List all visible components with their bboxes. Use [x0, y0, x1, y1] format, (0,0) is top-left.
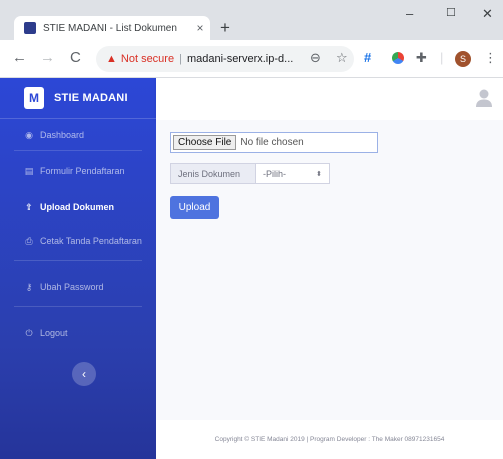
topbar [156, 78, 503, 120]
power-icon: ⏻ [25, 327, 33, 338]
sidebar-divider [14, 150, 142, 151]
close-window-icon[interactable]: ✕ [482, 6, 493, 22]
upload-icon: ⇪ [25, 201, 33, 212]
warning-icon: ▲ [106, 53, 117, 65]
sidebar-item-label: Formulir Pendaftaran [40, 166, 125, 176]
omnibox-separator: | [179, 53, 182, 65]
hash-extension-icon[interactable]: # [364, 50, 371, 66]
browser-tab[interactable]: STIE MADANI - List Dokumen × [14, 16, 210, 40]
toolbar-divider: | [440, 50, 444, 65]
sidebar-item-ubah-password[interactable]: ⚷ Ubah Password [0, 276, 156, 298]
sidebar-item-dashboard[interactable]: ◉ Dashboard [0, 124, 156, 146]
dashboard-icon: ◉ [25, 129, 33, 140]
tab-close-icon[interactable]: × [190, 21, 210, 35]
profile-avatar[interactable]: S [455, 51, 471, 67]
sidebar-divider [14, 260, 142, 261]
file-input[interactable]: Choose File No file chosen [170, 132, 378, 153]
forward-arrow-icon[interactable]: → [40, 49, 55, 67]
sidebar: M STIE MADANI ◉ Dashboard ▤ Formulir Pen… [0, 78, 156, 459]
main-content: Choose File No file chosen Jenis Dokumen… [156, 120, 503, 420]
sidebar-item-upload-dokumen[interactable]: ⇪ Upload Dokumen [0, 196, 156, 218]
sidebar-item-label: Ubah Password [40, 282, 104, 292]
sidebar-item-formulir-pendaftaran[interactable]: ▤ Formulir Pendaftaran [0, 160, 156, 182]
upload-button[interactable]: Upload [170, 196, 219, 219]
back-arrow-icon[interactable]: ← [12, 49, 27, 67]
sidebar-item-label: Dashboard [40, 130, 85, 140]
zoom-icon[interactable]: ⊖ [310, 50, 321, 66]
minimize-icon[interactable]: – [406, 6, 413, 21]
menu-icon[interactable]: ⋮ [484, 50, 497, 66]
browser-toolbar: ← → C ▲ Not secure | madani-serverx.ip-d… [0, 40, 503, 78]
jenis-dokumen-select[interactable]: -Pilih- ⬍ [256, 163, 330, 184]
puzzle-icon[interactable]: ✚ [416, 50, 427, 66]
select-value: -Pilih- [263, 168, 287, 179]
url-text: madani-serverx.ip-d... [186, 53, 294, 65]
print-icon: ⎙ [25, 235, 33, 246]
reload-icon[interactable]: C [70, 49, 81, 67]
form-icon: ▤ [24, 165, 34, 176]
browser-tab-strip: STIE MADANI - List Dokumen × + – ☐ ✕ [0, 0, 503, 40]
choose-file-button[interactable]: Choose File [173, 135, 237, 150]
jenis-dokumen-group: Jenis Dokumen -Pilih- ⬍ [170, 163, 330, 184]
star-icon[interactable]: ☆ [336, 50, 348, 66]
no-file-text: No file chosen [240, 137, 304, 148]
sidebar-divider [14, 306, 142, 307]
sidebar-item-label: Cetak Tanda Pendaftaran [40, 236, 142, 246]
new-tab-button[interactable]: + [220, 16, 230, 40]
user-icon[interactable] [475, 88, 493, 108]
not-secure-label: Not secure [120, 53, 175, 65]
favicon-icon [24, 22, 36, 34]
maximize-icon[interactable]: ☐ [446, 6, 456, 19]
sidebar-item-cetak-tanda-pendaftaran[interactable]: ⎙ Cetak Tanda Pendaftaran [0, 230, 156, 252]
color-extension-icon[interactable] [392, 52, 404, 64]
key-icon: ⚷ [25, 281, 33, 292]
logo-icon: M [24, 87, 44, 109]
tab-title: STIE MADANI - List Dokumen [43, 22, 177, 34]
select-arrows-icon: ⬍ [316, 170, 322, 178]
brand-name: STIE MADANI [54, 92, 128, 104]
sidebar-item-label: Logout [40, 328, 68, 338]
brand[interactable]: M STIE MADANI [0, 78, 156, 119]
sidebar-item-logout[interactable]: ⏻ Logout [0, 322, 156, 344]
sidebar-collapse-button[interactable]: ‹ [72, 362, 96, 386]
footer: Copyright © STIE Madani 2019 | Program D… [156, 420, 503, 459]
jenis-dokumen-label: Jenis Dokumen [170, 163, 256, 184]
copyright-text: Copyright © STIE Madani 2019 | Program D… [214, 436, 445, 443]
sidebar-item-label: Upload Dokumen [40, 202, 115, 212]
